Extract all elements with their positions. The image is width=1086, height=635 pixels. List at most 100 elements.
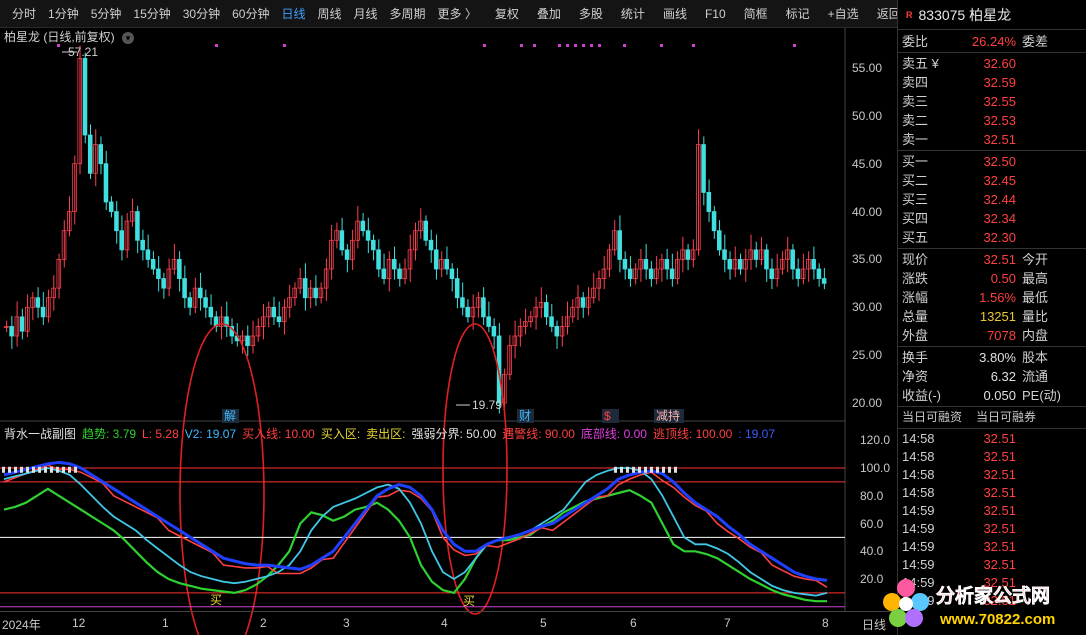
- quote-label: 买二: [902, 173, 929, 188]
- candle-body: [182, 278, 187, 299]
- quote-label: 卖二: [902, 113, 929, 128]
- bid-list: 买一 32.50 买二 32.45 买三 32.44 买四 32.34 买五 32.30: [898, 152, 1086, 247]
- quote-value: 13251: [979, 309, 1016, 324]
- candle-body: [371, 239, 376, 251]
- tick-price: 32.51: [983, 449, 1016, 464]
- candle-body: [108, 201, 114, 212]
- quote-value: 1.56%: [979, 290, 1016, 305]
- indicator-field: V2: 19.07: [184, 427, 237, 441]
- candle-body: [622, 259, 628, 270]
- candle-body: [727, 259, 733, 270]
- indicator-name[interactable]: 背水一战副图: [4, 427, 76, 441]
- quote-value: 0.50: [990, 271, 1016, 286]
- quote-label2: 最高: [1022, 271, 1049, 286]
- quote-label: 涨跌: [902, 271, 929, 286]
- candle-body: [643, 259, 649, 270]
- quote-row: 涨幅 1.56% 最低: [898, 288, 1086, 307]
- toolbar-button[interactable]: +自选: [822, 0, 865, 28]
- stats2-list: 换手 3.80% 股本 净资 6.32 流通 收益(-) 0.050 PE(动): [898, 348, 1086, 405]
- toolbar-button[interactable]: 画线: [657, 0, 693, 28]
- tick-price: 32.51: [983, 431, 1016, 446]
- toolbar-button[interactable]: 叠加: [531, 0, 567, 28]
- candle-body: [82, 58, 88, 136]
- quote-value: 32.44: [983, 192, 1016, 207]
- period-tab[interactable]: 5分钟: [85, 0, 128, 28]
- toolbar-button[interactable]: 标记: [780, 0, 816, 28]
- candle-body: [433, 249, 439, 270]
- x-tick-label: 5: [540, 616, 547, 630]
- quote-row: 买一 32.50: [898, 152, 1086, 171]
- tick-row: 14:58 32.51: [898, 484, 1086, 502]
- event-mark: $: [604, 409, 611, 423]
- candle-body: [360, 220, 366, 232]
- candle-body: [821, 278, 827, 284]
- period-tab[interactable]: 月线: [348, 0, 384, 28]
- candle-body: [737, 259, 743, 270]
- toolbar-button[interactable]: F10: [699, 0, 732, 28]
- period-tab[interactable]: 1分钟: [42, 0, 85, 28]
- quote-value: 32.59: [983, 75, 1016, 90]
- quote-row: 买五 32.30: [898, 228, 1086, 247]
- x-tick-label: 4: [441, 616, 448, 630]
- quote-label2: 量比: [1022, 309, 1049, 324]
- period-tab[interactable]: 日线: [275, 0, 311, 28]
- period-tab[interactable]: 30分钟: [177, 0, 226, 28]
- stock-app: 分时 1分钟 5分钟 15分钟 30分钟 60分钟 日线 周线 月线 多周期 更多 〉复权 叠加 多股统…: [0, 0, 1086, 635]
- kline-y-tick: 45.00: [852, 156, 883, 171]
- kline-y-tick: 50.00: [852, 108, 883, 123]
- quote-value: 6.32: [990, 369, 1016, 384]
- x-tick-label: 7: [724, 616, 731, 630]
- kline-y-tick: 25.00: [852, 348, 883, 363]
- candle-body: [198, 287, 203, 299]
- watermark-line1: 分析家公式网: [936, 584, 1050, 607]
- indicator-field: 趋势: 3.79: [82, 427, 137, 441]
- period-tab[interactable]: 更多 〉: [432, 0, 483, 28]
- annotation-ellipse: [442, 323, 508, 615]
- candle-body: [465, 306, 470, 318]
- quote-value: 3.80%: [979, 350, 1016, 365]
- indicator-field: 遇警线: 90.00: [502, 427, 575, 441]
- kline-chart: 57.2119.79: [0, 28, 846, 635]
- toolbar-button[interactable]: 统计: [615, 0, 651, 28]
- quote-row: 卖一 32.51: [898, 130, 1086, 149]
- period-tab[interactable]: 多周期: [384, 0, 432, 28]
- quote-label: 卖四: [902, 75, 929, 90]
- candle-body: [339, 230, 345, 251]
- event-mark: 解: [224, 409, 236, 423]
- candle-body: [701, 144, 706, 193]
- margin-short-label: 当日可融券: [976, 410, 1037, 424]
- chart-area[interactable]: 柏星龙 (日线,前复权) ▾ 57.21 19.79 买买解财 $ 减持 55.00 5…: [0, 28, 897, 635]
- quote-label: 卖三: [902, 94, 929, 109]
- toolbar-button[interactable]: 简框: [738, 0, 774, 28]
- candle-body: [40, 306, 46, 318]
- candle-body: [685, 249, 691, 260]
- toolbar-button[interactable]: 多股: [573, 0, 609, 28]
- candle-body: [302, 278, 308, 299]
- quote-row: 现价 32.51 今开: [898, 250, 1086, 269]
- candle-body: [381, 268, 387, 279]
- quote-row: 净资 6.32 流通: [898, 367, 1086, 386]
- candle-body: [816, 268, 822, 279]
- period-tab[interactable]: 60分钟: [226, 0, 275, 28]
- period-tab[interactable]: 周线: [311, 0, 347, 28]
- candle-body: [187, 297, 193, 308]
- tick-row: 14:58 32.51: [898, 430, 1086, 448]
- tick-row: 14:59 32.51: [898, 502, 1086, 520]
- indicator-field: 买入区:: [320, 427, 361, 441]
- period-tab[interactable]: 分时: [6, 0, 42, 28]
- x-tick-label: 6: [630, 616, 637, 630]
- toolbar-button[interactable]: 复权: [489, 0, 525, 28]
- tick-row: 14:58 32.51: [898, 466, 1086, 484]
- event-mark: 财: [519, 409, 531, 423]
- stock-header: R 833075 柏星龙: [898, 0, 1086, 30]
- indicator-field: 卖出区:: [366, 427, 406, 441]
- tick-time: 14:58: [902, 485, 935, 500]
- quote-label2: 流通: [1022, 369, 1049, 384]
- candle-body: [9, 326, 14, 337]
- kline-y-tick: 20.00: [852, 396, 883, 410]
- candle-body: [460, 297, 465, 308]
- period-tab[interactable]: 15分钟: [127, 0, 176, 28]
- chart-svg: 57.2119.79 买买解财 $ 减持: [0, 28, 846, 635]
- candle-body: [145, 249, 151, 260]
- candle-body: [177, 259, 182, 279]
